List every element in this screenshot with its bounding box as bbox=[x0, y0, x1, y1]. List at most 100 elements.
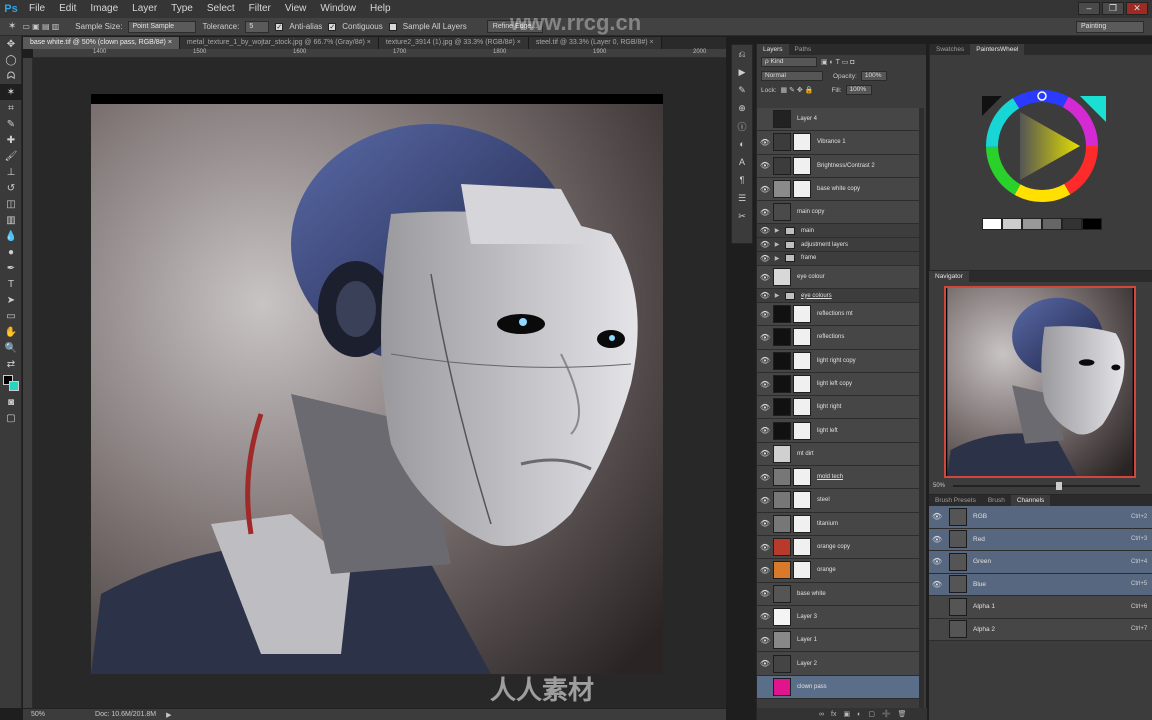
navigator-preview[interactable] bbox=[944, 286, 1136, 478]
layer-thumbnail[interactable] bbox=[773, 156, 791, 175]
marquee-tool-icon[interactable]: ◯ bbox=[0, 52, 22, 68]
visibility-eye-icon[interactable]: 👁 bbox=[757, 636, 773, 645]
layer-mask-thumbnail[interactable] bbox=[793, 421, 811, 440]
layer-thumbnail[interactable] bbox=[773, 268, 791, 287]
layer-row[interactable]: Layer 4 bbox=[757, 108, 921, 132]
info-icon[interactable]: ⓘ bbox=[732, 117, 752, 135]
menu-file[interactable]: File bbox=[22, 0, 52, 18]
visibility-eye-icon[interactable]: 👁 bbox=[757, 208, 773, 217]
layer-row[interactable]: 👁 main copy bbox=[757, 201, 921, 225]
layer-mask-thumbnail[interactable] bbox=[793, 305, 811, 324]
lock-icons[interactable]: ▦ ✎ ✥ 🔒 bbox=[781, 86, 814, 94]
tab-brush-presets[interactable]: Brush Presets bbox=[929, 495, 982, 506]
layer-thumbnail[interactable] bbox=[773, 351, 791, 370]
actions-icon[interactable]: ▶ bbox=[732, 63, 752, 81]
selection-mode-icons[interactable]: ▭ ▣ ▤ ▥ bbox=[22, 22, 59, 31]
layer-row[interactable]: 👁 steel bbox=[757, 489, 921, 513]
path-selection-icon[interactable]: ➤ bbox=[0, 292, 22, 308]
shape-tool-icon[interactable]: ▭ bbox=[0, 308, 22, 324]
layer-mask-thumbnail[interactable] bbox=[793, 538, 811, 557]
layer-mask-thumbnail[interactable] bbox=[793, 375, 811, 393]
layer-mask-thumbnail[interactable] bbox=[793, 328, 811, 347]
visibility-eye-icon[interactable]: 👁 bbox=[757, 659, 773, 668]
layer-thumbnail[interactable] bbox=[773, 677, 791, 696]
properties-icon[interactable]: ☰ bbox=[732, 189, 752, 207]
layer-row[interactable]: 👁 Layer 1 bbox=[757, 629, 921, 653]
restore-icon[interactable]: ❐ bbox=[1102, 2, 1124, 15]
new-group-icon[interactable]: ▢ bbox=[868, 710, 875, 718]
visibility-eye-icon[interactable]: 👁 bbox=[757, 161, 773, 170]
brush-tool-icon[interactable]: 🖌 bbox=[0, 148, 22, 164]
quick-mask-icon[interactable]: ◙ bbox=[0, 394, 22, 410]
layer-row[interactable]: 👁 Brightness/Contrast 2 bbox=[757, 154, 921, 178]
magic-wand-icon[interactable]: ✶ bbox=[0, 84, 22, 100]
layer-thumbnail[interactable] bbox=[773, 375, 791, 393]
layer-thumbnail[interactable] bbox=[773, 328, 791, 347]
layer-row[interactable]: 👁 light left copy bbox=[757, 372, 921, 397]
visibility-eye-icon[interactable]: 👁 bbox=[757, 138, 773, 147]
layer-mask-thumbnail[interactable] bbox=[793, 514, 811, 533]
visibility-eye-icon[interactable]: 👁 bbox=[757, 273, 773, 282]
group-twirl-icon[interactable]: ▶ bbox=[773, 255, 781, 262]
layer-row[interactable]: 👁 orange copy bbox=[757, 535, 921, 560]
layer-row[interactable]: 👁 mold tech bbox=[757, 466, 921, 490]
zoom-slider[interactable] bbox=[953, 482, 1140, 490]
visibility-eye-icon[interactable]: 👁 bbox=[757, 449, 773, 458]
layer-row[interactable]: 👁 mt dirt bbox=[757, 442, 921, 467]
swatch[interactable] bbox=[1042, 218, 1062, 230]
layer-row[interactable]: 👁 reflections mt bbox=[757, 302, 921, 327]
visibility-eye-icon[interactable]: 👁 bbox=[929, 535, 945, 544]
visibility-eye-icon[interactable]: 👁 bbox=[757, 612, 773, 621]
layer-row[interactable]: 👁 eye colour bbox=[757, 265, 921, 290]
pen-tool-icon[interactable]: ✒ bbox=[0, 260, 22, 276]
zoom-level[interactable]: 50% bbox=[31, 711, 45, 718]
zoom-slider-thumb[interactable] bbox=[1055, 482, 1062, 490]
channel-row[interactable]: 👁 Red Ctrl+3 bbox=[929, 528, 1152, 551]
layer-thumbnail[interactable] bbox=[773, 491, 791, 510]
doc-tab-metal-texture[interactable]: metal_texture_1_by_wojtar_stock.jpg @ 66… bbox=[179, 37, 379, 49]
swatch[interactable] bbox=[982, 218, 1002, 230]
zoom-tool-icon[interactable]: 🔍 bbox=[0, 340, 22, 356]
visibility-eye-icon[interactable]: 👁 bbox=[929, 580, 945, 589]
brush-panel-icon[interactable]: ✎ bbox=[732, 81, 752, 99]
layer-row[interactable]: 👁 Layer 3 bbox=[757, 605, 921, 630]
tools-preset-icon[interactable]: ✂ bbox=[732, 207, 752, 225]
layer-mask-thumbnail[interactable] bbox=[793, 133, 811, 152]
history-brush-icon[interactable]: ↺ bbox=[0, 180, 22, 196]
magic-wand-tool-icon[interactable]: ✶ bbox=[8, 21, 16, 32]
document-canvas[interactable] bbox=[91, 94, 663, 674]
layer-thumbnail[interactable] bbox=[773, 514, 791, 533]
layer-row[interactable]: 👁 Vibrance 1 bbox=[757, 131, 921, 155]
menu-view[interactable]: View bbox=[278, 0, 314, 18]
layer-mask-thumbnail[interactable] bbox=[793, 561, 811, 580]
swap-colors-icon[interactable]: ⇄ bbox=[0, 356, 22, 372]
layer-thumbnail[interactable] bbox=[773, 561, 791, 580]
layer-row[interactable]: 👁 orange bbox=[757, 559, 921, 583]
close-icon[interactable]: ✕ bbox=[1126, 2, 1148, 15]
move-tool-icon[interactable]: ✥ bbox=[0, 36, 22, 52]
foreground-background-colors[interactable] bbox=[0, 372, 22, 394]
layer-thumbnail[interactable] bbox=[773, 631, 791, 650]
layer-thumbnail[interactable] bbox=[773, 584, 791, 603]
menu-window[interactable]: Window bbox=[313, 0, 363, 18]
layer-row[interactable]: 👁 titanium bbox=[757, 512, 921, 536]
visibility-eye-icon[interactable]: 👁 bbox=[757, 426, 773, 435]
layer-mask-thumbnail[interactable] bbox=[793, 351, 811, 370]
layer-row[interactable]: 👁 light left bbox=[757, 419, 921, 443]
channel-row[interactable]: 👁 RGB Ctrl+2 bbox=[929, 506, 1152, 529]
layer-row[interactable]: 👁 ▶ eye colours bbox=[757, 289, 921, 303]
history-icon[interactable]: ⎌ bbox=[732, 45, 752, 63]
workspace-select[interactable]: Painting bbox=[1076, 21, 1144, 33]
lasso-tool-icon[interactable]: ᗣ bbox=[0, 68, 22, 84]
visibility-eye-icon[interactable]: 👁 bbox=[757, 380, 773, 389]
doc-tab-base-white[interactable]: base white.tif @ 50% (clown pass, RGB/8#… bbox=[23, 37, 180, 49]
layer-row[interactable]: 👁 base white bbox=[757, 582, 921, 606]
swatch[interactable] bbox=[1062, 218, 1082, 230]
layer-row[interactable]: 👁 ▶ frame bbox=[757, 252, 921, 266]
canvas-area[interactable] bbox=[33, 58, 726, 708]
channel-row[interactable]: Alpha 1 Ctrl+6 bbox=[929, 596, 1152, 619]
doc-tab-steel[interactable]: steel.tif @ 33.3% (Layer 0, RGB/8#) × bbox=[528, 37, 662, 49]
minimize-icon[interactable]: – bbox=[1078, 2, 1100, 15]
visibility-eye-icon[interactable]: 👁 bbox=[757, 403, 773, 412]
layer-thumbnail[interactable] bbox=[773, 444, 791, 463]
